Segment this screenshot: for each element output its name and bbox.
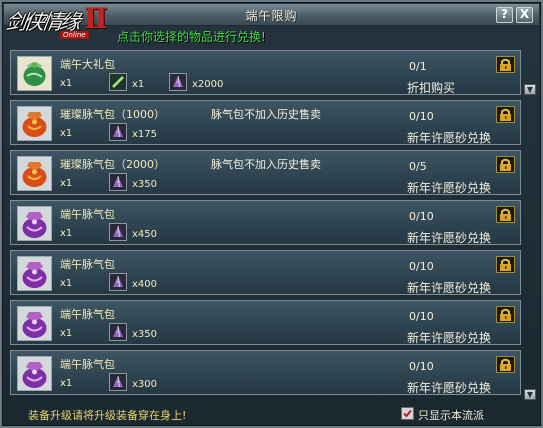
scroll-down-button[interactable]: ▼ xyxy=(524,84,536,95)
exchange-action[interactable]: 新年许愿砂兑换 xyxy=(407,329,491,346)
purple-sand-icon xyxy=(109,373,127,391)
item-name: 端午脉气包 xyxy=(60,358,115,371)
scroll-down-button[interactable]: ▼ xyxy=(524,389,536,400)
item-list: 端午大礼包 x1 x1 x2000 0/1 折扣购买 璀璨脉气包（1000） 脉… xyxy=(10,50,521,402)
item-quantity: x1 xyxy=(60,278,73,289)
lock-button[interactable] xyxy=(496,206,515,223)
footer-tip: 装备升级请将升级装备穿在身上! xyxy=(28,409,187,422)
exchange-window: 端午限购 ? X 剑侠情缘 Ⅱ Online 点击你选择的物品进行兑换! 端午大… xyxy=(0,0,543,428)
purchase-limit: 0/1 xyxy=(409,60,427,73)
purple-sand-icon xyxy=(109,323,127,341)
item-note: 脉气包不加入历史售卖 xyxy=(211,158,321,171)
orange-pouch-icon[interactable] xyxy=(17,106,52,141)
lock-icon xyxy=(500,308,511,321)
item-row[interactable]: 端午大礼包 x1 x1 x2000 0/1 折扣购买 xyxy=(10,50,521,95)
item-row[interactable]: 端午脉气包 x1 x450 0/10 新年许愿砂兑换 xyxy=(10,200,521,245)
item-name: 璀璨脉气包（1000） xyxy=(60,108,165,121)
lock-icon xyxy=(500,258,511,271)
purple-sand-icon xyxy=(109,273,127,291)
item-quantity: x1 xyxy=(60,78,73,89)
item-note: 脉气包不加入历史售卖 xyxy=(211,108,321,121)
item-quantity: x1 xyxy=(60,128,73,139)
lock-button[interactable] xyxy=(496,256,515,273)
purple-sand-icon xyxy=(109,173,127,191)
material-count: x400 xyxy=(132,279,158,290)
purple-pouch-icon[interactable] xyxy=(17,256,52,291)
purple-sand-icon xyxy=(109,223,127,241)
item-name: 端午脉气包 xyxy=(60,258,115,271)
check-icon xyxy=(403,409,412,418)
item-row[interactable]: 璀璨脉气包（1000） 脉气包不加入历史售卖 x1 x175 0/10 新年许愿… xyxy=(10,100,521,145)
exchange-action[interactable]: 新年许愿砂兑换 xyxy=(407,229,491,246)
lock-icon xyxy=(500,208,511,221)
purple-sand-icon xyxy=(109,123,127,141)
lock-icon xyxy=(500,358,511,371)
purple-pouch-icon[interactable] xyxy=(17,306,52,341)
close-button[interactable]: X xyxy=(516,7,533,23)
lock-button[interactable] xyxy=(496,306,515,323)
item-row[interactable]: 璀璨脉气包（2000） 脉气包不加入历史售卖 x1 x350 0/5 新年许愿砂… xyxy=(10,150,521,195)
orange-pouch-icon[interactable] xyxy=(17,156,52,191)
lock-icon xyxy=(500,58,511,71)
green-stick-icon xyxy=(109,73,127,91)
material-count: x175 xyxy=(132,129,158,140)
lock-button[interactable] xyxy=(496,56,515,73)
purchase-limit: 0/10 xyxy=(409,110,434,123)
item-name: 璀璨脉气包（2000） xyxy=(60,158,165,171)
purple-pouch-icon[interactable] xyxy=(17,206,52,241)
item-quantity: x1 xyxy=(60,328,73,339)
material-count: x350 xyxy=(132,329,158,340)
material-count: x300 xyxy=(132,379,158,390)
purple-pouch-icon[interactable] xyxy=(17,356,52,391)
purple-sand-icon xyxy=(169,73,187,91)
item-quantity: x1 xyxy=(60,378,73,389)
lock-button[interactable] xyxy=(496,106,515,123)
green-gift-bag-icon[interactable] xyxy=(17,56,52,91)
show-school-only-checkbox[interactable] xyxy=(401,407,414,420)
exchange-action[interactable]: 新年许愿砂兑换 xyxy=(407,279,491,296)
scrollbar[interactable]: ▼ ▼ xyxy=(524,84,536,400)
show-school-only-label[interactable]: 只显示本流派 xyxy=(418,407,484,423)
exchange-action[interactable]: 新年许愿砂兑换 xyxy=(407,179,491,196)
item-quantity: x1 xyxy=(60,228,73,239)
lock-icon xyxy=(500,108,511,121)
purchase-limit: 0/10 xyxy=(409,260,434,273)
purchase-limit: 0/10 xyxy=(409,210,434,223)
item-quantity: x1 xyxy=(60,178,73,189)
purchase-limit: 0/10 xyxy=(409,310,434,323)
material-count: x350 xyxy=(132,179,158,190)
item-row[interactable]: 端午脉气包 x1 x350 0/10 新年许愿砂兑换 xyxy=(10,300,521,345)
lock-button[interactable] xyxy=(496,356,515,373)
item-row[interactable]: 端午脉气包 x1 x400 0/10 新年许愿砂兑换 xyxy=(10,250,521,295)
purchase-limit: 0/10 xyxy=(409,360,434,373)
instruction-text: 点击你选择的物品进行兑换! xyxy=(117,30,266,44)
item-name: 端午大礼包 xyxy=(60,58,115,71)
logo-badge: Online xyxy=(60,31,89,39)
item-row[interactable]: 端午脉气包 x1 x300 0/10 新年许愿砂兑换 xyxy=(10,350,521,395)
lock-button[interactable] xyxy=(496,156,515,173)
game-logo: 剑侠情缘 Ⅱ Online xyxy=(2,2,114,46)
logo-mark: Ⅱ xyxy=(84,2,108,35)
item-name: 端午脉气包 xyxy=(60,308,115,321)
purchase-limit: 0/5 xyxy=(409,160,427,173)
material-count: x450 xyxy=(132,229,158,240)
item-name: 端午脉气包 xyxy=(60,208,115,221)
exchange-action[interactable]: 新年许愿砂兑换 xyxy=(407,129,491,146)
lock-icon xyxy=(500,158,511,171)
material-count: x1 xyxy=(132,79,145,90)
exchange-action[interactable]: 折扣购买 xyxy=(407,79,455,96)
material-count: x2000 xyxy=(192,79,224,90)
exchange-action[interactable]: 新年许愿砂兑换 xyxy=(407,379,491,396)
help-button[interactable]: ? xyxy=(496,7,513,23)
